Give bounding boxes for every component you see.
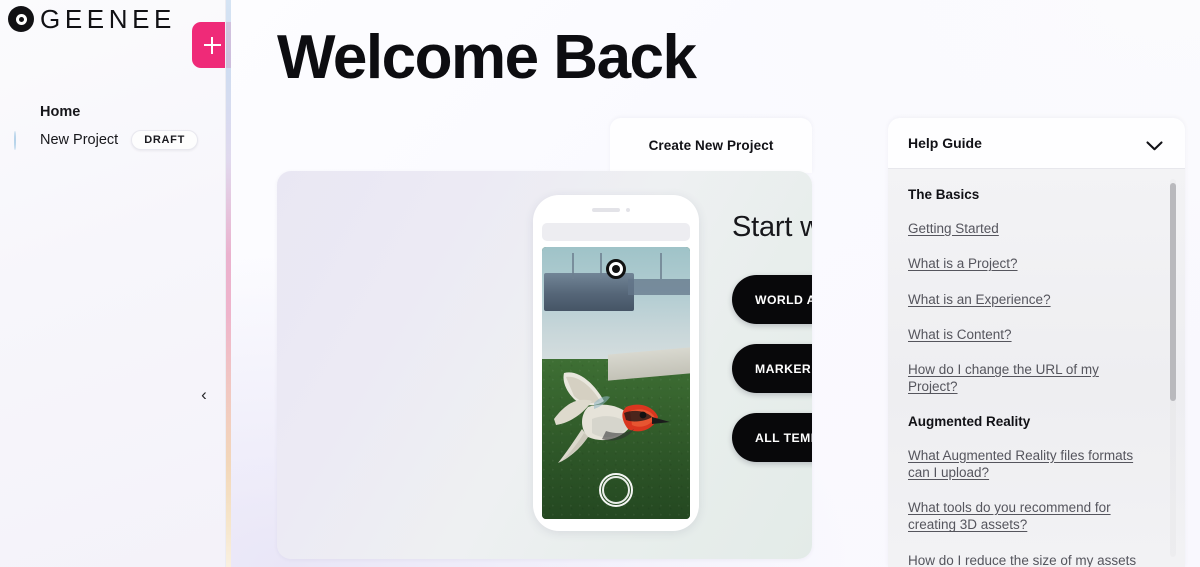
sidebar-item-new-project-label: New Project: [40, 132, 119, 148]
option-all-templates-label: ALL TEMPLATES: [755, 430, 812, 445]
preview-mast: [600, 253, 602, 279]
brand-name: GEENEE: [40, 4, 176, 34]
ar-hummingbird-model: [554, 372, 670, 463]
sidebar-item-new-project[interactable]: New Project DRAFT: [0, 126, 231, 154]
help-section-title-augmented-reality: Augmented Reality: [908, 413, 1031, 429]
tab-create-new-project[interactable]: Create New Project: [610, 118, 812, 173]
help-guide-scrollbar-thumb[interactable]: [1170, 183, 1176, 401]
preview-harbor: [544, 273, 634, 311]
help-link-reduce-asset-size[interactable]: How do I reduce the size of my assets fo…: [908, 552, 1151, 567]
sidebar-divider: [225, 0, 226, 567]
sidebar-collapse-button[interactable]: ‹: [193, 380, 215, 408]
option-world-ar-label: WORLD AR: [755, 292, 812, 307]
plus-icon: [203, 36, 221, 54]
option-world-ar-button[interactable]: WORLD AR: [732, 275, 812, 324]
app-root: GEENEE Home New Project DRAFT ‹ Welcome …: [0, 0, 1200, 567]
circle-outline-icon: [14, 131, 30, 150]
sidebar-nav: Home New Project DRAFT: [0, 98, 231, 154]
phone-mockup: [533, 195, 699, 531]
page-title: Welcome Back: [277, 23, 697, 92]
help-guide-title: Help Guide: [908, 135, 982, 151]
help-link-3d-asset-tools[interactable]: What tools do you recommend for creating…: [908, 499, 1151, 534]
help-link-what-is-a-project[interactable]: What is a Project?: [908, 255, 1151, 272]
help-guide-scrollbar[interactable]: [1170, 179, 1176, 557]
brand-logo[interactable]: GEENEE: [8, 6, 176, 32]
help-guide-panel: Help Guide The Basics Getting Started Wh…: [888, 118, 1185, 567]
help-link-what-is-an-experience[interactable]: What is an Experience?: [908, 291, 1151, 308]
help-guide-header[interactable]: Help Guide: [888, 118, 1185, 169]
tab-create-new-project-label: Create New Project: [648, 138, 774, 153]
phone-url-bar: [542, 223, 690, 241]
option-marker-ar-button[interactable]: MARKER AR: [732, 344, 812, 393]
chevron-left-icon: ‹: [201, 384, 207, 404]
option-marker-ar-label: MARKER AR: [755, 361, 812, 376]
help-link-ar-file-formats[interactable]: What Augmented Reality files formats can…: [908, 447, 1151, 482]
ar-camera-preview: [542, 247, 690, 519]
card-heading: Start with either:: [732, 211, 812, 243]
geenee-eye-logo-icon: [8, 6, 34, 32]
create-project-card: Start with either: WORLD AR MARKER AR: [277, 171, 812, 559]
help-section-title-basics: The Basics: [908, 187, 980, 202]
home-arch-icon: [14, 104, 30, 120]
help-link-change-url[interactable]: How do I change the URL of my Project?: [908, 361, 1151, 396]
main-content: Welcome Back Create New Project Start w …: [231, 0, 1200, 567]
phone-speaker-icon: [592, 208, 640, 212]
preview-harbor-far: [628, 279, 690, 295]
help-link-getting-started[interactable]: Getting Started: [908, 220, 1151, 237]
sidebar-item-home[interactable]: Home: [0, 98, 231, 126]
chevron-down-icon[interactable]: [1146, 138, 1163, 151]
ar-target-icon: [606, 259, 626, 279]
preview-mast: [660, 253, 662, 279]
preview-mast: [572, 253, 574, 279]
sidebar-item-home-label: Home: [40, 104, 81, 120]
start-options-list: WORLD AR MARKER AR: [732, 275, 812, 462]
option-all-templates-button[interactable]: ALL TEMPLATES: [732, 413, 812, 462]
help-guide-body[interactable]: The Basics Getting Started What is a Pro…: [888, 169, 1185, 567]
help-link-what-is-content[interactable]: What is Content?: [908, 326, 1151, 343]
status-badge-draft: DRAFT: [131, 130, 198, 150]
camera-shutter-icon: [599, 473, 633, 507]
sidebar: GEENEE Home New Project DRAFT ‹: [0, 0, 231, 567]
